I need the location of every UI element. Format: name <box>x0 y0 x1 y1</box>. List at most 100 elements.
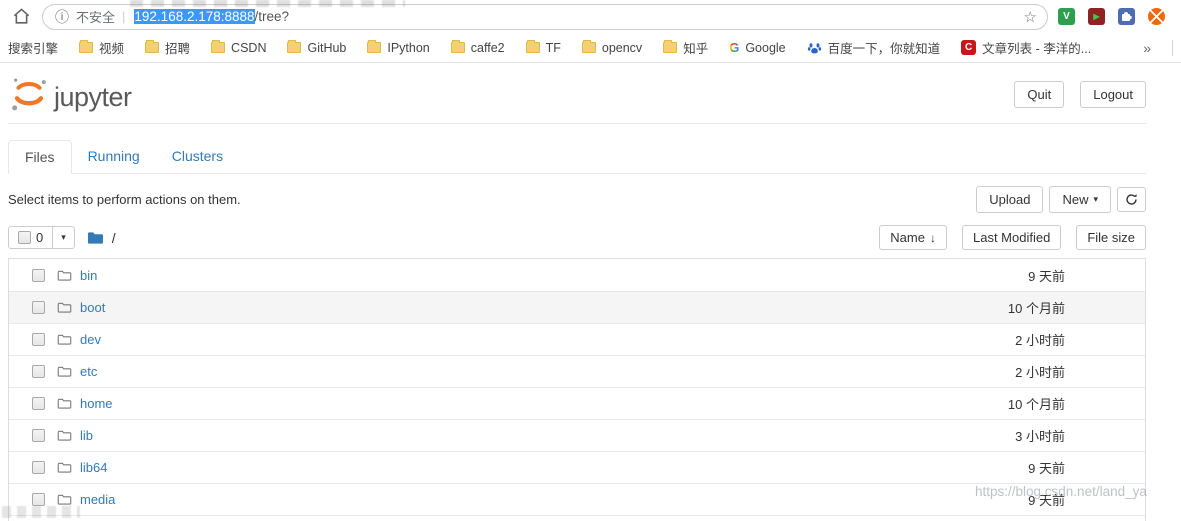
selected-count: 0 <box>36 230 43 245</box>
home-icon[interactable] <box>10 6 32 28</box>
row-checkbox[interactable] <box>32 461 45 474</box>
extensions-area: V ▶ <box>1058 8 1167 25</box>
row-checkbox[interactable] <box>32 429 45 442</box>
bookmark-item[interactable]: 搜索引擎 <box>8 38 58 57</box>
select-dropdown-button[interactable]: ▾ <box>53 226 75 249</box>
file-link[interactable]: lib <box>80 428 93 443</box>
new-dropdown-button[interactable]: New▾ <box>1049 186 1111 213</box>
bookmarks-divider <box>1172 40 1173 56</box>
sort-size-button[interactable]: File size <box>1076 225 1146 250</box>
sort-name-button[interactable]: Name↓ <box>879 225 947 250</box>
folder-icon <box>526 42 540 53</box>
folder-icon <box>582 42 596 53</box>
row-checkbox[interactable] <box>32 397 45 410</box>
file-link[interactable]: dev <box>80 332 101 347</box>
row-checkbox[interactable] <box>32 493 45 506</box>
folder-icon <box>57 397 72 410</box>
file-modified: 2 小时前 <box>1015 362 1145 381</box>
tab-clusters[interactable]: Clusters <box>156 140 239 174</box>
header-buttons: Quit Logout <box>1014 81 1146 108</box>
file-link[interactable]: etc <box>80 364 97 379</box>
tab-files[interactable]: Files <box>8 140 72 174</box>
list-toolbar: 0 ▾ / Name↓ Last Modified File size <box>8 223 1146 256</box>
file-link[interactable]: bin <box>80 268 97 283</box>
folder-icon <box>57 493 72 506</box>
file-modified: 10 个月前 <box>1008 298 1145 317</box>
jupyter-logo[interactable]: jupyter <box>8 73 132 115</box>
row-checkbox[interactable] <box>32 301 45 314</box>
security-label: 不安全 <box>76 7 115 26</box>
file-link[interactable]: boot <box>80 300 105 315</box>
jupyter-header: jupyter Quit Logout <box>8 63 1146 124</box>
chevron-down-icon: ▾ <box>61 232 66 243</box>
url-separator: | <box>122 9 125 24</box>
address-bar[interactable]: ⓘ 不安全 | 192.168.2.178:8888/tree? ☆ <box>42 4 1048 30</box>
upload-button[interactable]: Upload <box>976 186 1043 213</box>
bookmark-item[interactable]: GitHub <box>287 41 346 55</box>
sort-buttons: Name↓ Last Modified File size <box>879 225 1146 250</box>
bookmark-item[interactable]: TF <box>526 41 561 55</box>
table-row: boot 10 个月前 <box>9 291 1145 323</box>
file-modified: 10 个月前 <box>1008 394 1145 413</box>
bookmark-item[interactable]: CSDN <box>211 41 266 55</box>
folder-icon <box>145 42 159 53</box>
chevron-down-icon: ▾ <box>1093 194 1098 205</box>
row-checkbox[interactable] <box>32 333 45 346</box>
select-all-checkbox[interactable] <box>18 231 31 244</box>
tab-bar: Files Running Clusters <box>8 140 1146 174</box>
file-link[interactable]: media <box>80 492 115 507</box>
table-row: mnt 2 小时前 <box>9 515 1145 521</box>
sort-modified-button[interactable]: Last Modified <box>962 225 1061 250</box>
bookmark-item[interactable]: 知乎 <box>663 38 708 57</box>
bookmark-item[interactable]: 视频 <box>79 38 124 57</box>
folder-icon <box>57 269 72 282</box>
table-row: lib64 9 天前 <box>9 451 1145 483</box>
extension-downloader-icon[interactable]: ▶ <box>1088 8 1105 25</box>
tab-running[interactable]: Running <box>72 140 156 174</box>
folder-icon <box>57 365 72 378</box>
extension-orange-icon[interactable] <box>1148 8 1165 25</box>
bookmark-item[interactable]: 百度一下，你就知道 <box>807 38 941 57</box>
jupyter-page: jupyter Quit Logout Files Running Cluste… <box>0 63 1181 521</box>
folder-icon <box>57 333 72 346</box>
breadcrumb-path[interactable]: / <box>112 230 116 246</box>
table-row: lib 3 小时前 <box>9 419 1145 451</box>
csdn-favicon: C <box>961 40 976 55</box>
refresh-button[interactable] <box>1117 187 1146 212</box>
folder-icon <box>663 42 677 53</box>
file-link[interactable]: home <box>80 396 113 411</box>
file-link[interactable]: lib64 <box>80 460 107 475</box>
file-modified: 9 天前 <box>1028 266 1145 285</box>
baidu-favicon <box>807 41 822 55</box>
url-text[interactable]: 192.168.2.178:8888/tree? <box>132 8 291 25</box>
file-modified: 3 小时前 <box>1015 426 1145 445</box>
folder-icon <box>367 42 381 53</box>
url-selected-text: 192.168.2.178:8888 <box>134 9 254 24</box>
select-all-button[interactable]: 0 <box>8 226 53 249</box>
folder-icon <box>451 42 465 53</box>
table-row: home 10 个月前 <box>9 387 1145 419</box>
bookmarks-overflow-chevron[interactable]: » <box>1143 40 1151 56</box>
select-hint-text: Select items to perform actions on them. <box>8 192 241 207</box>
info-icon[interactable]: ⓘ <box>55 7 69 27</box>
extension-v-icon[interactable]: V <box>1058 8 1075 25</box>
bookmark-star-icon[interactable]: ☆ <box>1024 8 1037 26</box>
quit-button[interactable]: Quit <box>1014 81 1064 108</box>
row-checkbox[interactable] <box>32 365 45 378</box>
file-modified: 9 天前 <box>1028 458 1145 477</box>
folder-icon <box>87 231 104 245</box>
extension-puzzle-icon[interactable] <box>1118 8 1135 25</box>
bookmark-item[interactable]: 招聘 <box>145 38 190 57</box>
bookmark-item[interactable]: opencv <box>582 41 642 55</box>
bookmark-item[interactable]: IPython <box>367 41 429 55</box>
bookmark-item[interactable]: GGoogle <box>729 40 785 55</box>
bookmark-item[interactable]: caffe2 <box>451 41 505 55</box>
jupyter-logo-icon <box>8 73 50 115</box>
folder-icon <box>57 461 72 474</box>
bookmark-item[interactable]: C文章列表 - 李洋的... <box>961 38 1091 57</box>
file-modified: 2 小时前 <box>1015 330 1145 349</box>
table-row: bin 9 天前 <box>9 259 1145 291</box>
folder-icon <box>57 429 72 442</box>
row-checkbox[interactable] <box>32 269 45 282</box>
logout-button[interactable]: Logout <box>1080 81 1146 108</box>
